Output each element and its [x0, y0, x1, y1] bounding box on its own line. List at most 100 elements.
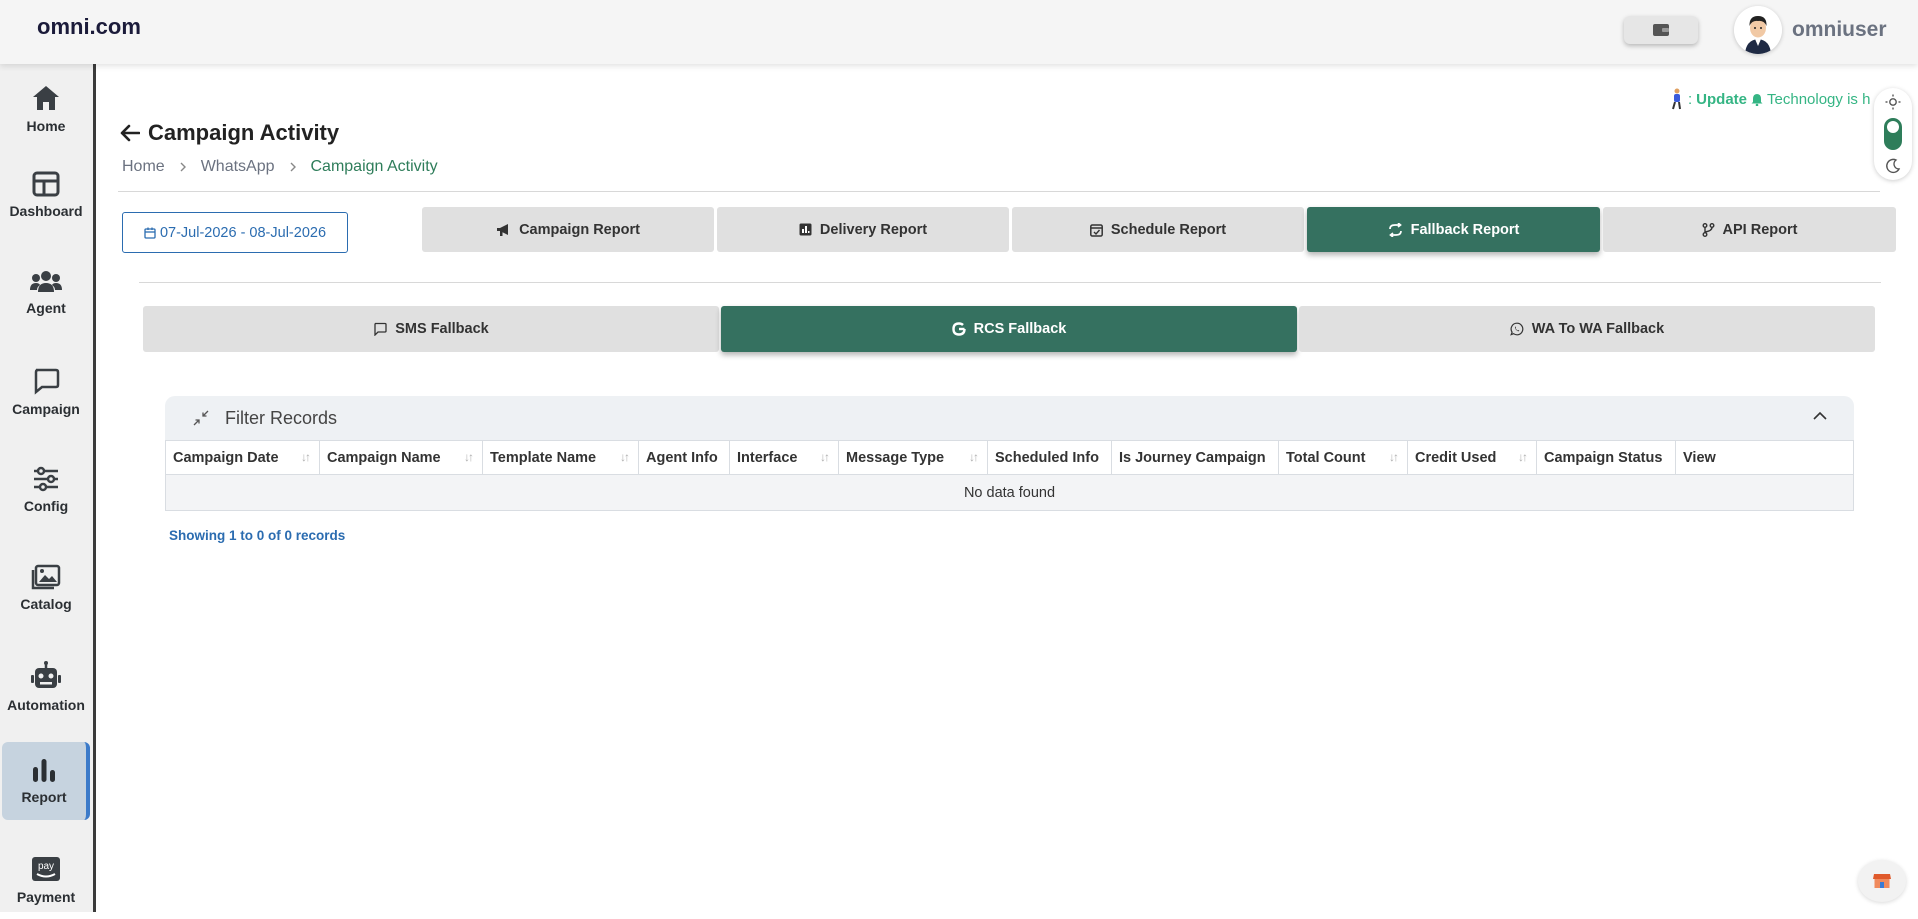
tab-label: SMS Fallback — [395, 321, 489, 337]
date-range-picker[interactable]: 07-Jul-2026 - 08-Jul-2026 — [122, 212, 348, 253]
report-icon — [799, 223, 812, 236]
message-icon — [374, 322, 387, 336]
chevron-right-icon — [290, 162, 296, 172]
page-title: Campaign Activity — [120, 120, 339, 146]
sort-icon[interactable]: ↓↑ — [301, 450, 311, 464]
empty-state-message: No data found — [165, 474, 1854, 511]
tab-label: Campaign Report — [519, 221, 640, 238]
walking-person-icon — [1672, 88, 1681, 110]
collapse-arrows-icon[interactable] — [193, 410, 209, 426]
tab-rcs-fallback[interactable]: RCS Fallback — [721, 306, 1297, 352]
column-header-credit-used[interactable]: Credit Used ↓↑ — [1407, 440, 1537, 475]
tab-schedule-report[interactable]: Schedule Report — [1012, 207, 1304, 252]
whatsapp-icon — [1509, 322, 1524, 336]
sort-icon[interactable]: ↓↑ — [820, 450, 830, 464]
avatar[interactable] — [1734, 6, 1782, 54]
sort-icon[interactable]: ↓↑ — [1518, 450, 1528, 464]
wallet-button[interactable] — [1624, 16, 1698, 44]
filter-records-header[interactable]: Filter Records — [165, 396, 1854, 440]
tab-label: Delivery Report — [819, 221, 928, 238]
dashboard-icon — [32, 171, 60, 197]
tab-api-report[interactable]: API Report — [1603, 207, 1896, 252]
sliders-icon — [34, 466, 58, 492]
arrow-left-icon[interactable] — [120, 124, 140, 142]
tab-campaign-report[interactable]: Campaign Report — [422, 207, 714, 252]
sort-icon[interactable]: ↓↑ — [620, 450, 630, 464]
sidebar-item-label: Payment — [16, 889, 76, 905]
sidebar-item-catalog[interactable]: Catalog — [0, 549, 92, 627]
top-header: omni.com omniuser — [0, 0, 1918, 64]
sidebar-item-label: Automation — [7, 697, 85, 713]
sort-icon[interactable]: ↓↑ — [464, 450, 474, 464]
column-header-is-journey-campaign: Is Journey Campaign — [1111, 440, 1279, 475]
tab-label: Schedule Report — [1110, 221, 1227, 238]
breadcrumb-current: Campaign Activity — [310, 158, 438, 175]
wallet-icon — [1653, 24, 1669, 36]
sidebar-item-home[interactable]: Home — [0, 70, 92, 148]
sidebar-item-payment[interactable]: pay Payment — [0, 841, 92, 919]
tab-label: API Report — [1722, 221, 1798, 238]
image-icon — [31, 564, 61, 590]
ticker-text: Technology is h — [1767, 90, 1871, 108]
table-row: No data found — [165, 474, 1854, 511]
theme-toggle-knob[interactable] — [1884, 118, 1902, 150]
tab-delivery-report[interactable]: Delivery Report — [717, 207, 1009, 252]
store-button[interactable] — [1858, 860, 1906, 902]
breadcrumb-home[interactable]: Home — [122, 158, 165, 176]
sidebar-item-label: Report — [21, 789, 67, 805]
tab-label: Fallback Report — [1410, 221, 1520, 238]
calendar-icon — [144, 227, 156, 239]
column-header-template-name[interactable]: Template Name ↓↑ — [482, 440, 639, 475]
branch-icon — [1702, 222, 1715, 237]
users-icon — [30, 271, 62, 292]
home-icon — [33, 86, 59, 110]
robot-icon — [31, 661, 61, 688]
column-header-total-count[interactable]: Total Count ↓↑ — [1278, 440, 1408, 475]
bar-chart-icon — [33, 759, 55, 782]
breadcrumb: Home WhatsApp Campaign Activity — [122, 158, 438, 176]
sidebar-item-label: Catalog — [20, 596, 72, 612]
svg-text:pay: pay — [38, 861, 54, 872]
sidebar-item-label: Agent — [26, 300, 66, 316]
column-header-view: View — [1675, 440, 1854, 475]
sidebar-item-report[interactable]: Report — [2, 742, 90, 820]
chat-icon — [34, 368, 60, 395]
refresh-icon — [1388, 222, 1402, 237]
column-header-campaign-name[interactable]: Campaign Name ↓↑ — [319, 440, 483, 475]
column-header-interface[interactable]: Interface ↓↑ — [729, 440, 839, 475]
sidebar-item-campaign[interactable]: Campaign — [0, 353, 92, 431]
tab-sms-fallback[interactable]: SMS Fallback — [143, 306, 719, 352]
records-card: Filter Records Campaign Date ↓↑ Campaign … — [165, 396, 1854, 511]
breadcrumb-whatsapp[interactable]: WhatsApp — [201, 158, 275, 176]
moon-icon — [1886, 158, 1901, 174]
tab-fallback-report[interactable]: Fallback Report — [1307, 207, 1600, 252]
column-header-agent-info: Agent Info — [638, 440, 730, 475]
sort-icon[interactable]: ↓↑ — [969, 450, 979, 464]
tab-wa-to-wa-fallback[interactable]: WA To WA Fallback — [1299, 306, 1875, 352]
sidebar-item-config[interactable]: Config — [0, 451, 92, 529]
ticker-prefix: : — [1688, 90, 1693, 108]
chevron-up-icon[interactable] — [1812, 410, 1828, 422]
sidebar-item-automation[interactable]: Automation — [0, 648, 92, 726]
theme-toggle[interactable] — [1874, 88, 1912, 180]
calendar-check-icon — [1089, 223, 1103, 237]
sort-icon[interactable]: ↓↑ — [1389, 450, 1399, 464]
brand-logo[interactable]: omni.com — [37, 14, 141, 40]
divider — [118, 191, 1880, 192]
store-icon — [1873, 874, 1891, 888]
sidebar-item-agent[interactable]: Agent — [0, 254, 92, 332]
filter-records-title: Filter Records — [225, 407, 338, 428]
announcement-ticker: : Update Technology is h — [1670, 88, 1878, 110]
tab-label: WA To WA Fallback — [1531, 321, 1665, 337]
tab-label: RCS Fallback — [973, 321, 1067, 337]
records-count-info: Showing 1 to 0 of 0 records — [169, 528, 346, 543]
username[interactable]: omniuser — [1792, 18, 1887, 42]
chevron-right-icon — [180, 162, 186, 172]
column-header-message-type[interactable]: Message Type ↓↑ — [838, 440, 988, 475]
sidebar-item-dashboard[interactable]: Dashboard — [0, 156, 92, 234]
page-title-text: Campaign Activity — [148, 120, 340, 145]
ticker-highlight: Update — [1696, 90, 1748, 108]
sidebar-item-label: Campaign — [12, 401, 80, 417]
sidebar-item-label: Dashboard — [9, 203, 83, 219]
column-header-campaign-date[interactable]: Campaign Date ↓↑ — [165, 440, 320, 475]
